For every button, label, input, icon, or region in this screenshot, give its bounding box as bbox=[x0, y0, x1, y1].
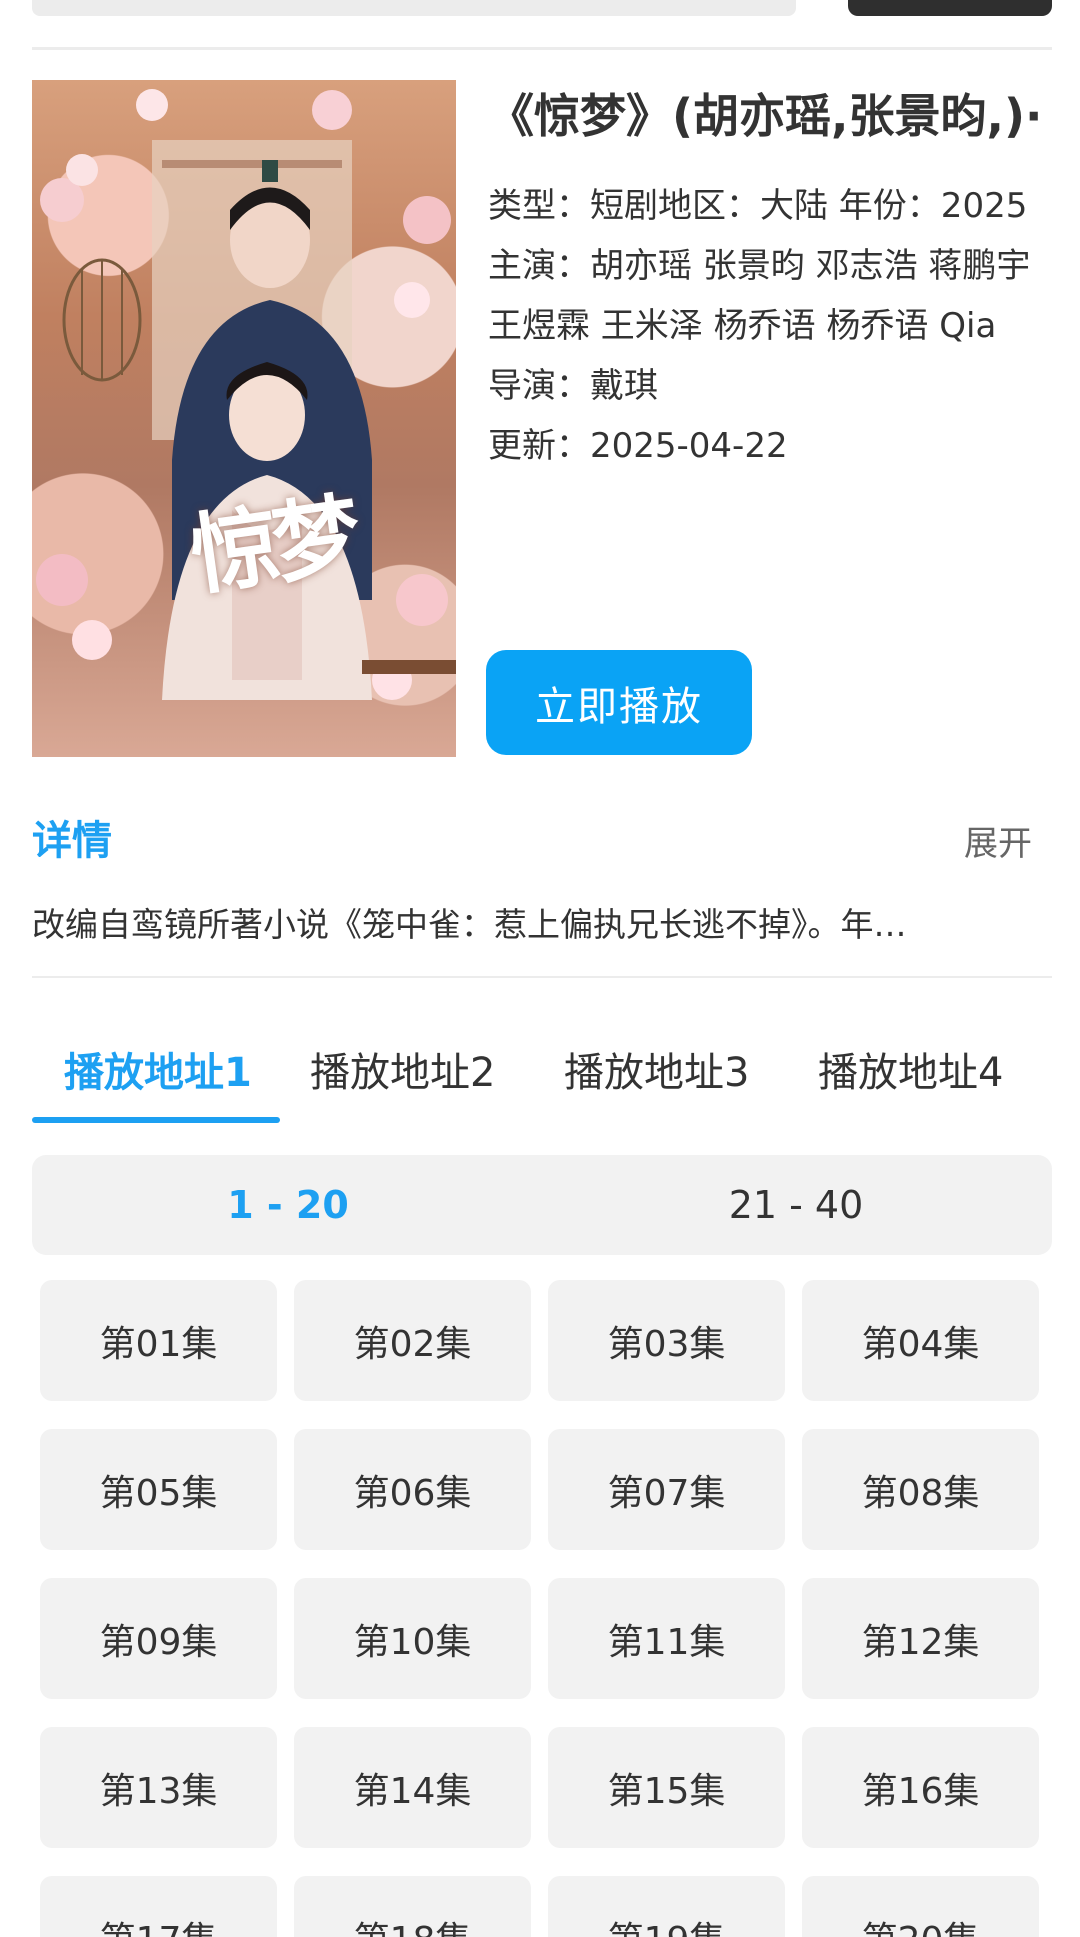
episode-button[interactable]: 第16集 bbox=[802, 1727, 1039, 1848]
synopsis-text: 改编自鸾镜所著小说《笼中雀：惹上偏执兄长逃不掉》。年… bbox=[32, 905, 907, 944]
tab-source-4[interactable]: 播放地址4 bbox=[818, 1040, 1003, 1098]
episode-button[interactable]: 第03集 bbox=[548, 1280, 785, 1401]
type-region-year: 类型：短剧地区：大陆 年份：2025 bbox=[488, 186, 1028, 226]
episode-button[interactable]: 第06集 bbox=[294, 1429, 531, 1550]
details-heading: 详情 bbox=[32, 818, 112, 864]
poster-image[interactable]: 惊梦 bbox=[32, 80, 456, 757]
expand-link[interactable]: 展开 bbox=[964, 816, 1032, 865]
episode-button[interactable]: 第09集 bbox=[40, 1578, 277, 1699]
drama-title: 《惊梦》(胡亦瑶,张景昀,)· bbox=[488, 89, 1043, 143]
episode-button[interactable]: 第13集 bbox=[40, 1727, 277, 1848]
episode-button[interactable]: 第10集 bbox=[294, 1578, 531, 1699]
episode-button[interactable]: 第19集 bbox=[548, 1876, 785, 1937]
episode-button[interactable]: 第05集 bbox=[40, 1429, 277, 1550]
poster-art bbox=[36, 89, 456, 700]
top-divider bbox=[32, 47, 1052, 50]
range-21-40[interactable]: 21 - 40 bbox=[646, 1183, 946, 1227]
synopsis-divider bbox=[32, 976, 1052, 978]
episode-grid: 第01集 第02集 第03集 第04集第05集 第06集 第07集 第08集第09集 第10集… bbox=[40, 1280, 1044, 1937]
poster-title-text: 惊梦 bbox=[184, 482, 362, 608]
episode-button[interactable]: 第14集 bbox=[294, 1727, 531, 1848]
play-now-button[interactable]: 立即播放 bbox=[486, 650, 752, 755]
cast-line-1: 主演：胡亦瑶 张景昀 邓志浩 蒋鹏宇 bbox=[488, 246, 1031, 286]
range-1-20[interactable]: 1 - 20 bbox=[138, 1183, 438, 1227]
tab-source-2[interactable]: 播放地址2 bbox=[310, 1040, 495, 1098]
search-bar[interactable] bbox=[32, 0, 796, 16]
tab-source-1[interactable]: 播放地址1 bbox=[64, 1040, 252, 1098]
episode-button[interactable]: 第20集 bbox=[802, 1876, 1039, 1937]
episode-button[interactable]: 第17集 bbox=[40, 1876, 277, 1937]
episode-button[interactable]: 第11集 bbox=[548, 1578, 785, 1699]
active-tab-indicator bbox=[32, 1117, 280, 1123]
update-date: 更新：2025-04-22 bbox=[488, 426, 788, 466]
episode-button[interactable]: 第08集 bbox=[802, 1429, 1039, 1550]
episode-button[interactable]: 第12集 bbox=[802, 1578, 1039, 1699]
episode-button[interactable]: 第18集 bbox=[294, 1876, 531, 1937]
director: 导演：戴琪 bbox=[488, 366, 658, 406]
episode-button[interactable]: 第01集 bbox=[40, 1280, 277, 1401]
episode-button[interactable]: 第02集 bbox=[294, 1280, 531, 1401]
tab-source-3[interactable]: 播放地址3 bbox=[564, 1040, 749, 1098]
episode-button[interactable]: 第07集 bbox=[548, 1429, 785, 1550]
episode-button[interactable]: 第15集 bbox=[548, 1727, 785, 1848]
cast-line-2: 王煜霖 王米泽 杨乔语 杨乔语 Qia bbox=[488, 306, 997, 346]
episode-button[interactable]: 第04集 bbox=[802, 1280, 1039, 1401]
search-button[interactable] bbox=[848, 0, 1052, 16]
